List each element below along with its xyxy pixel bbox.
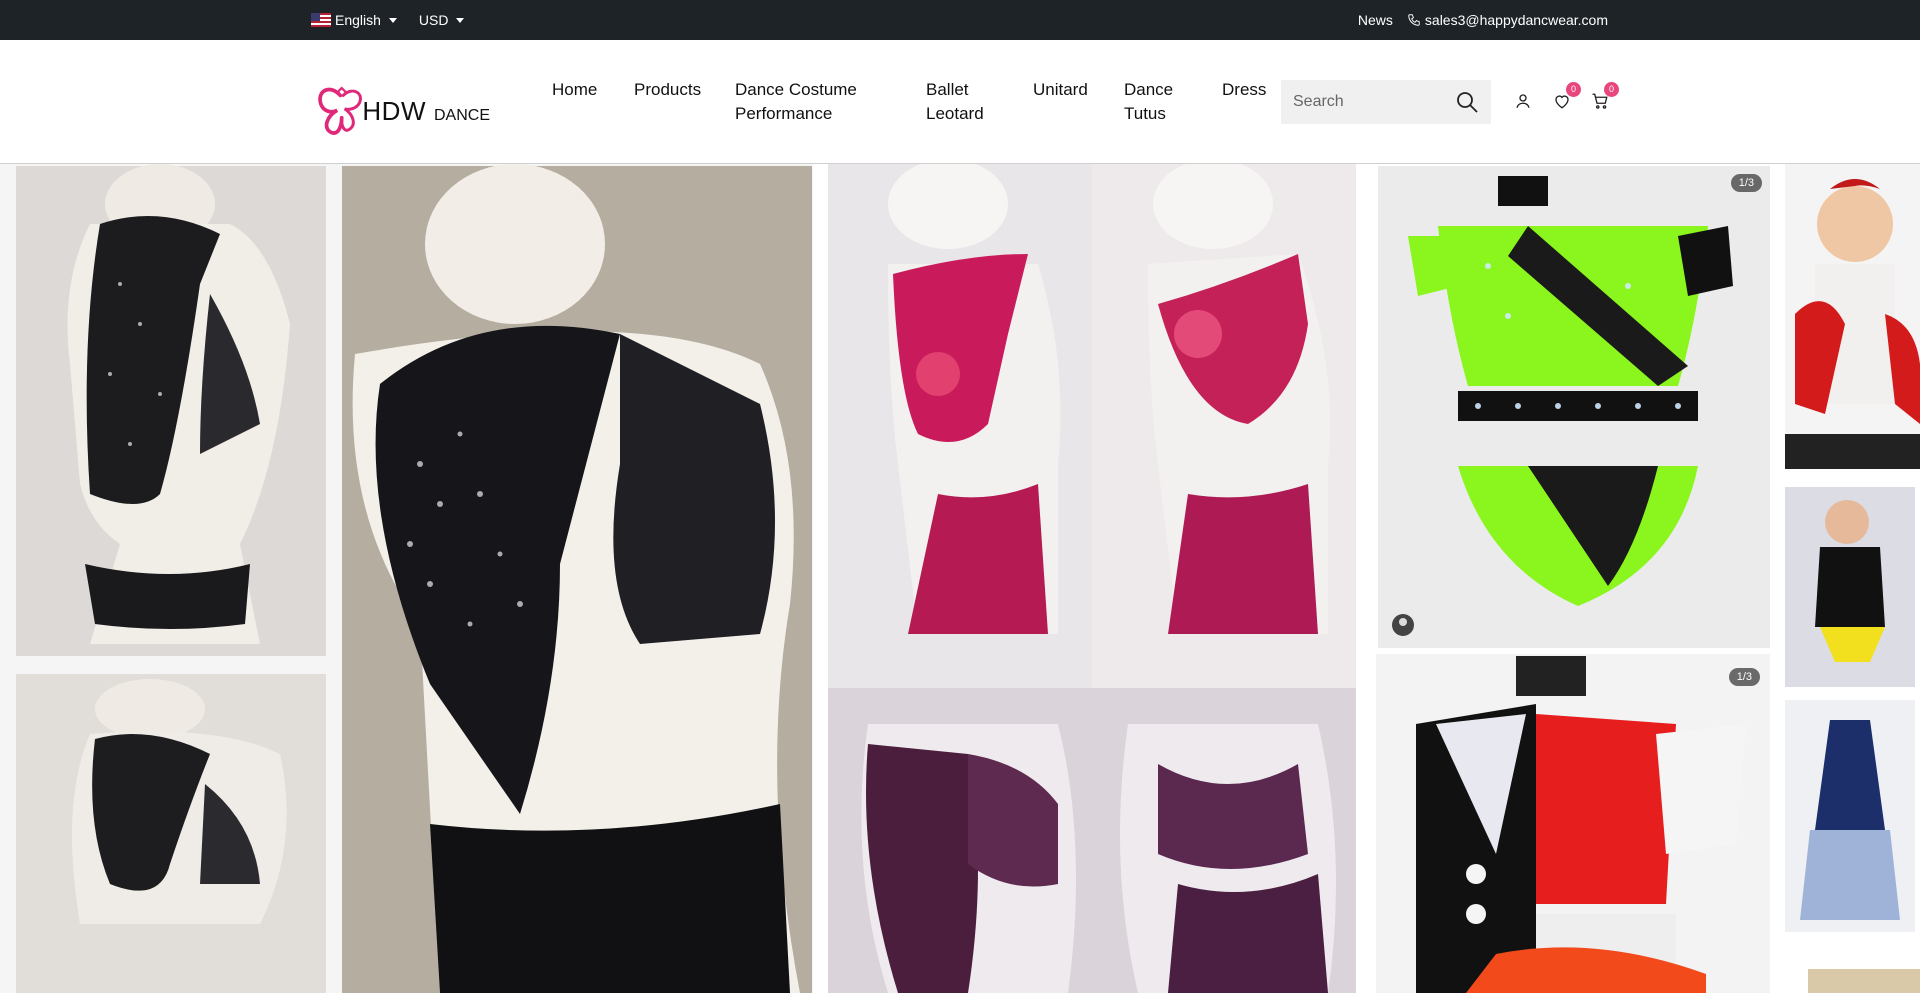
nav-dance-tutus[interactable]: Dance Tutus	[1124, 78, 1179, 126]
image-counter: 1/3	[1730, 174, 1762, 192]
red-costume-photo	[1376, 654, 1770, 993]
search-box	[1281, 80, 1491, 124]
thumbnail-partial[interactable]	[1808, 969, 1920, 993]
product-image-green-costume[interactable]: 1/3	[1378, 166, 1770, 648]
search-icon[interactable]	[1455, 90, 1479, 114]
product-gallery: 1/3 1/3	[0, 164, 1920, 993]
cart-count-badge: 0	[1604, 82, 1619, 97]
avatar-icon[interactable]	[1392, 614, 1414, 636]
email-link[interactable]: sales3@happydancwear.com	[1407, 12, 1608, 28]
thumbnail-girl-black-yellow[interactable]	[1785, 487, 1915, 687]
nav-dance-costume-performance[interactable]: Dance Costume Performance	[735, 78, 870, 126]
phone-icon	[1408, 14, 1420, 26]
chevron-down-icon	[388, 17, 397, 23]
language-selector[interactable]: English	[311, 12, 397, 28]
product-image-pink-costume[interactable]	[828, 164, 1356, 993]
news-link[interactable]: News	[1358, 12, 1393, 28]
language-label: English	[335, 12, 381, 28]
thumbnail-photo-2	[1785, 487, 1915, 687]
main-header: HDW DANCE Home Products Dance Costume Pe…	[0, 40, 1920, 164]
wishlist-count-badge: 0	[1566, 82, 1581, 97]
thumbnail-photo-3	[1785, 700, 1915, 932]
product-image-black-costume[interactable]	[0, 164, 813, 993]
email-text: sales3@happydancwear.com	[1424, 12, 1608, 28]
pink-costume-photo	[828, 164, 1356, 993]
nav-dress[interactable]: Dress	[1222, 78, 1272, 102]
search-input[interactable]	[1281, 80, 1441, 124]
thumbnail-girl-red-costume[interactable]	[1785, 164, 1920, 469]
thumbnail-photo-1	[1785, 164, 1920, 469]
logo[interactable]: HDW DANCE	[315, 76, 490, 146]
logo-text: HDW	[362, 95, 426, 126]
nav-home[interactable]: Home	[552, 78, 612, 102]
nav-products[interactable]: Products	[634, 78, 714, 102]
top-bar: English USD News sales3@happydancwear.co…	[0, 0, 1920, 40]
currency-selector[interactable]: USD	[419, 12, 465, 28]
user-icon[interactable]	[1514, 92, 1532, 110]
chevron-down-icon	[456, 17, 465, 23]
flag-us-icon	[311, 13, 331, 27]
black-costume-photo	[0, 164, 813, 993]
currency-label: USD	[418, 12, 449, 28]
wishlist-button[interactable]: 0	[1553, 82, 1581, 110]
logo-subtext: DANCE	[433, 107, 490, 124]
green-costume-photo	[1378, 166, 1770, 648]
nav-ballet-leotard[interactable]: Ballet Leotard	[926, 78, 996, 126]
image-counter: 1/3	[1728, 668, 1760, 686]
product-image-red-costume[interactable]: 1/3	[1376, 654, 1770, 993]
cart-button[interactable]: 0	[1591, 82, 1619, 110]
butterfly-logo-icon	[318, 86, 362, 135]
nav-unitard[interactable]: Unitard	[1033, 78, 1103, 102]
thumbnail-blue-costume[interactable]	[1785, 700, 1915, 932]
